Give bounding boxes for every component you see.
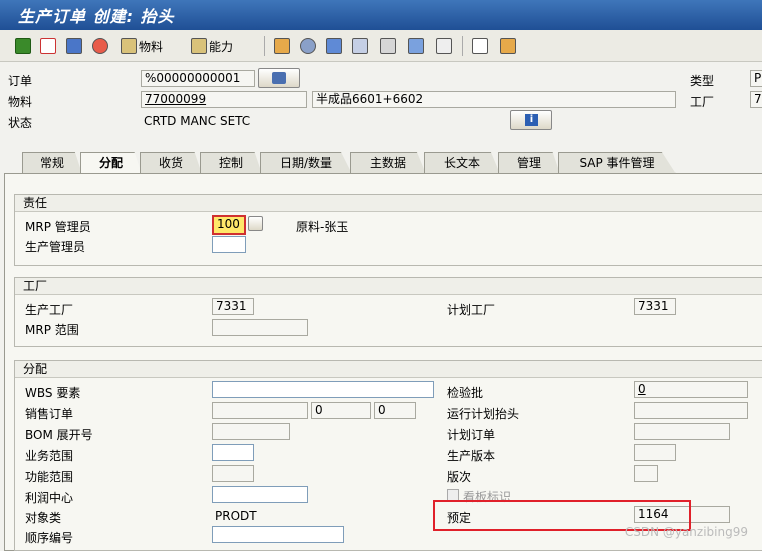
tab-master-data[interactable]: 主数据 — [350, 152, 426, 174]
object-class-label: 对象类 — [25, 511, 62, 525]
document-list-icon[interactable] — [408, 37, 426, 55]
version-field[interactable] — [634, 465, 658, 482]
object-class-value: PRODT — [215, 509, 257, 523]
overview-icon[interactable] — [380, 37, 398, 55]
inspection-lot-field[interactable]: 0 — [634, 381, 748, 398]
bom-explosion-field[interactable] — [212, 423, 290, 440]
flag-icon[interactable] — [15, 37, 33, 55]
planning-plant-label: 计划工厂 — [447, 303, 496, 317]
production-plant-label: 生产工厂 — [25, 303, 74, 317]
tab-strip: 常规 分配 收货 控制 日期/数量 主数据 长文本 管理 SAP 事件管理 — [0, 152, 762, 174]
sequence-number-label: 顺序编号 — [25, 531, 74, 545]
toolbar-separator — [462, 36, 463, 56]
profit-center-label: 利润中心 — [25, 491, 74, 505]
wbs-element-label: WBS 要素 — [25, 386, 81, 400]
columns-icon[interactable] — [472, 37, 490, 55]
status-value: CRTD MANC SETC — [144, 114, 251, 128]
document-icon[interactable] — [40, 37, 58, 55]
sales-order-schedule-field[interactable]: 0 — [374, 402, 416, 419]
type-field[interactable]: P — [750, 70, 762, 87]
material-description: 半成品6601+6602 — [312, 91, 676, 108]
order-label: 订单 — [8, 74, 33, 88]
functional-area-field[interactable] — [212, 465, 254, 482]
tab-dates-quantities[interactable]: 日期/数量 — [260, 152, 352, 174]
business-area-field[interactable] — [212, 444, 254, 461]
info-icon: i — [525, 114, 538, 126]
version-label: 版次 — [447, 470, 472, 484]
production-plant-field[interactable]: 7331 — [212, 298, 254, 315]
status-label: 状态 — [8, 116, 33, 130]
window-title: 生产订单 创建: 抬头 — [0, 0, 762, 30]
order-field[interactable]: %00000000001 — [141, 70, 255, 87]
hierarchy-icon[interactable] — [274, 37, 292, 55]
business-area-label: 业务范围 — [25, 449, 74, 463]
production-version-label: 生产版本 — [447, 449, 496, 463]
wbs-element-field[interactable] — [212, 381, 434, 398]
type-label: 类型 — [690, 74, 715, 88]
material-field[interactable]: 77000099 — [141, 91, 307, 108]
capacity-button[interactable]: 能力 — [191, 37, 233, 55]
tab-sap-event-management[interactable]: SAP 事件管理 — [558, 152, 676, 174]
responsibility-group: 责任 — [14, 194, 762, 266]
sales-order-item-field[interactable]: 0 — [311, 402, 371, 419]
stack-icon[interactable] — [300, 37, 318, 55]
mrp-area-label: MRP 范围 — [25, 323, 79, 337]
box-icon[interactable] — [436, 37, 454, 55]
plant-field[interactable]: 7 — [750, 91, 762, 108]
plant-group-title: 工厂 — [15, 278, 762, 295]
mrp-controller-field[interactable]: 100 — [212, 215, 246, 235]
responsibility-group-title: 责任 — [15, 195, 762, 212]
material-icon — [121, 38, 137, 54]
sales-order-label: 销售订单 — [25, 407, 74, 421]
edit-button[interactable] — [258, 68, 300, 88]
capacity-icon — [191, 38, 207, 54]
tab-long-text[interactable]: 长文本 — [424, 152, 500, 174]
tab-goods-receipt[interactable]: 收货 — [140, 152, 202, 174]
assignment-group-title: 分配 — [15, 361, 762, 378]
material-label: 物料 — [8, 95, 33, 109]
lifebuoy-icon[interactable] — [92, 37, 110, 55]
grid-icon[interactable] — [66, 37, 84, 55]
prod-supervisor-label: 生产管理员 — [25, 240, 86, 254]
plant-label: 工厂 — [690, 95, 715, 109]
toolbar-separator — [264, 36, 265, 56]
tab-assignment[interactable]: 分配 — [80, 152, 142, 174]
run-schedule-header-field[interactable] — [634, 402, 748, 419]
sequence-number-field[interactable] — [212, 526, 344, 543]
sales-order-field[interactable] — [212, 402, 308, 419]
run-schedule-header-label: 运行计划抬头 — [447, 407, 520, 421]
tab-administration[interactable]: 管理 — [498, 152, 560, 174]
tab-general[interactable]: 常规 — [22, 152, 82, 174]
application-toolbar: 物料 能力 — [0, 30, 762, 62]
mrp-area-field[interactable] — [212, 319, 308, 336]
planning-plant-field[interactable]: 7331 — [634, 298, 676, 315]
network-icon[interactable] — [352, 37, 370, 55]
mrp-controller-description: 原料-张玉 — [296, 220, 349, 234]
inspection-lot-label: 检验批 — [447, 386, 484, 400]
mrp-controller-label: MRP 管理员 — [25, 220, 91, 234]
planned-order-label: 计划订单 — [447, 428, 496, 442]
material-button[interactable]: 物料 — [121, 37, 163, 55]
list-icon[interactable] — [326, 37, 344, 55]
functional-area-label: 功能范围 — [25, 470, 74, 484]
prod-supervisor-field[interactable] — [212, 236, 246, 253]
watermark: CSDN @yanzibing99 — [624, 525, 748, 539]
pencil-icon — [272, 72, 286, 84]
status-info-button[interactable]: i — [510, 110, 552, 130]
bom-explosion-label: BOM 展开号 — [25, 428, 93, 442]
production-version-field[interactable] — [634, 444, 676, 461]
planned-order-field[interactable] — [634, 423, 730, 440]
search-help-button[interactable] — [248, 216, 263, 231]
tab-control[interactable]: 控制 — [200, 152, 262, 174]
tree-icon[interactable] — [500, 37, 518, 55]
profit-center-field[interactable] — [212, 486, 308, 503]
